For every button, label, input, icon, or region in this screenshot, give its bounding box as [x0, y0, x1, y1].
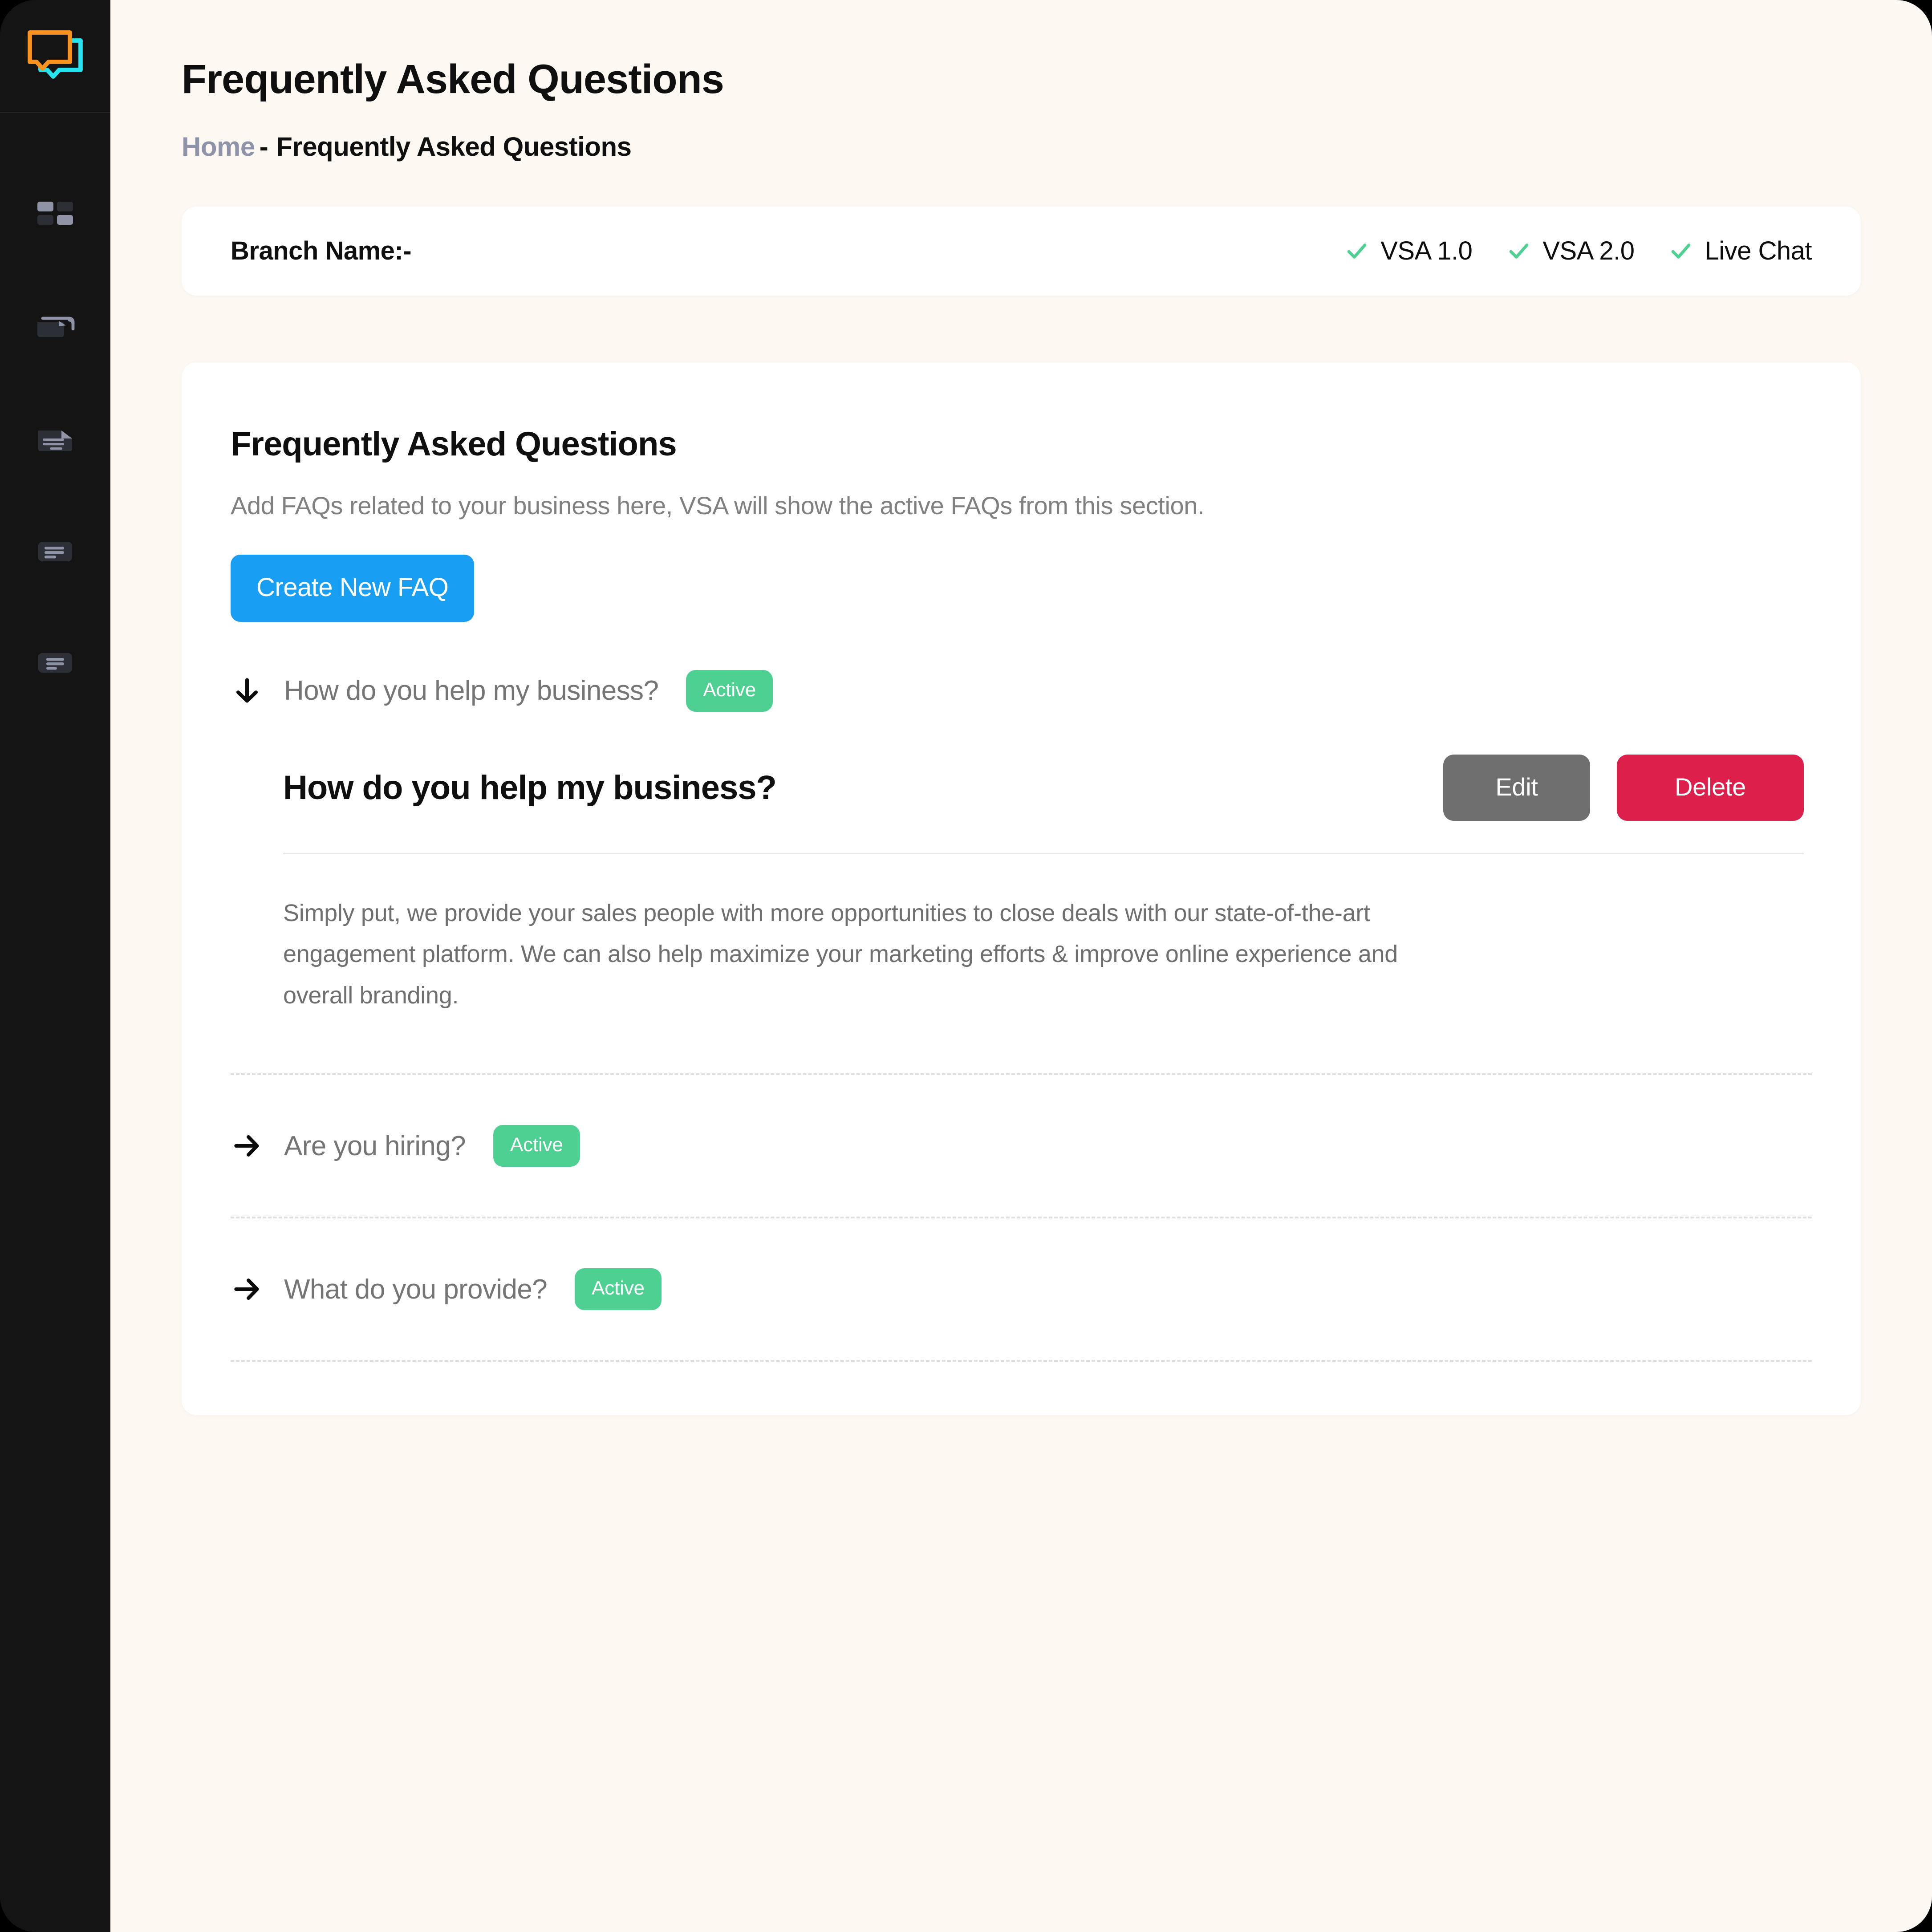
faq-panel-title: How do you help my business? — [283, 768, 777, 807]
check-icon — [1672, 243, 1691, 259]
sidebar-nav — [0, 113, 110, 718]
faq-item-block: What do you provide? Active — [231, 1218, 1812, 1311]
status-badge: Active — [575, 1268, 662, 1311]
faq-item-block: Are you hiring? Active — [231, 1075, 1812, 1167]
article-list-icon — [38, 653, 72, 673]
status-badge: Active — [493, 1125, 580, 1167]
faq-card: Frequently Asked Questions Add FAQs rela… — [182, 362, 1861, 1416]
chat-bubbles-logo-icon — [28, 30, 83, 79]
sidebar-item-documents[interactable] — [0, 385, 110, 496]
channel-live-chat: Live Chat — [1669, 236, 1812, 266]
faq-list: How do you help my business? Active How … — [231, 670, 1812, 1362]
sidebar — [0, 0, 110, 1932]
faq-question: How do you help my business? — [284, 675, 659, 706]
faq-panel: How do you help my business? Edit Delete… — [231, 754, 1812, 1017]
sidebar-item-articles[interactable] — [0, 496, 110, 607]
edit-button[interactable]: Edit — [1443, 754, 1590, 821]
branch-name-label: Branch Name:- — [231, 236, 412, 266]
faq-row[interactable]: What do you provide? Active — [231, 1268, 1812, 1311]
faq-section-description: Add FAQs related to your business here, … — [231, 491, 1205, 520]
sidebar-item-folder[interactable] — [0, 273, 110, 385]
article-list-icon — [38, 542, 72, 561]
channel-label: VSA 1.0 — [1380, 236, 1473, 266]
faq-answer: Simply put, we provide your sales people… — [283, 899, 1398, 1009]
faq-panel-header: How do you help my business? Edit Delete — [283, 754, 1804, 821]
faq-row[interactable]: How do you help my business? Active — [231, 670, 1812, 712]
sidebar-item-dashboard[interactable] — [0, 162, 110, 273]
main-content: Frequently Asked Questions Home - Freque… — [110, 0, 1932, 1932]
faq-question: What do you provide? — [284, 1274, 548, 1305]
channel-vsa-1: VSA 1.0 — [1345, 236, 1473, 266]
faq-panel-actions: Edit Delete — [1443, 754, 1804, 821]
check-icon — [1347, 243, 1367, 259]
arrow-down-icon — [236, 678, 258, 703]
faq-question: Are you hiring? — [284, 1130, 466, 1161]
channel-list: VSA 1.0 VSA 2.0 Live Chat — [1345, 236, 1812, 266]
dashed-separator — [231, 1360, 1812, 1362]
status-badge: Active — [686, 670, 773, 712]
faq-row[interactable]: Are you hiring? Active — [231, 1125, 1812, 1167]
create-new-faq-button[interactable]: Create New FAQ — [231, 554, 475, 622]
sidebar-logo[interactable] — [0, 0, 110, 113]
check-icon — [1509, 243, 1529, 259]
arrow-right-icon — [234, 1135, 259, 1157]
channel-label: Live Chat — [1705, 236, 1812, 266]
channel-vsa-2: VSA 2.0 — [1507, 236, 1635, 266]
app-window: Frequently Asked Questions Home - Freque… — [0, 0, 1932, 1932]
faq-section-title: Frequently Asked Questions — [231, 425, 677, 463]
breadcrumb-current: Frequently Asked Questions — [276, 131, 632, 162]
dashboard-grid-icon — [37, 202, 73, 225]
branch-card: Branch Name:- VSA 1.0 VSA 2.0 Live Chat — [182, 206, 1861, 296]
page-title: Frequently Asked Questions — [182, 57, 724, 102]
sidebar-item-pages[interactable] — [0, 607, 110, 718]
document-lines-icon — [38, 430, 72, 451]
folder-icon — [37, 317, 75, 337]
breadcrumb-separator: - — [259, 131, 268, 162]
arrow-right-icon — [234, 1279, 259, 1300]
breadcrumb: Home - Frequently Asked Questions — [182, 131, 1861, 162]
channel-label: VSA 2.0 — [1542, 236, 1635, 266]
breadcrumb-home-link[interactable]: Home — [182, 131, 255, 162]
delete-button[interactable]: Delete — [1617, 754, 1804, 821]
divider — [283, 852, 1804, 854]
